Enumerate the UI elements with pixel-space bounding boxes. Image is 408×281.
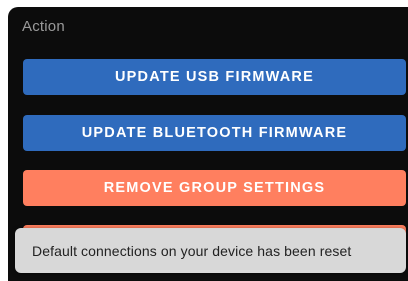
- update-usb-firmware-button[interactable]: UPDATE USB FIRMWARE: [23, 59, 406, 95]
- section-title: Action: [22, 18, 65, 35]
- toast-message: Default connections on your device has b…: [32, 242, 352, 259]
- update-bluetooth-firmware-button[interactable]: UPDATE BLUETOOTH FIRMWARE: [23, 115, 406, 151]
- remove-group-settings-button[interactable]: REMOVE GROUP SETTINGS: [23, 170, 406, 206]
- toast-notification: Default connections on your device has b…: [15, 228, 406, 273]
